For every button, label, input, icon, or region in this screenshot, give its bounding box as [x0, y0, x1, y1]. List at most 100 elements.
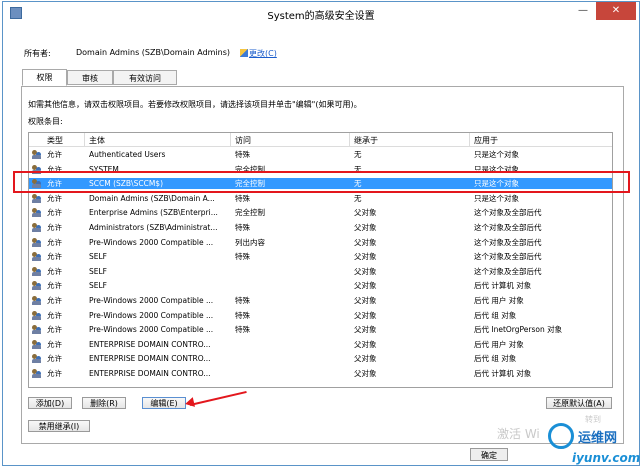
user-group-icon — [32, 310, 42, 320]
cell-applies-to: 后代 用户 对象 — [474, 339, 524, 349]
cell-type: 允许 — [47, 223, 62, 232]
table-row[interactable]: 允许 Enterprise Admins (SZB\Enterpri... 完全控制… — [29, 207, 612, 218]
highlight-annotation — [13, 171, 630, 193]
table-row[interactable]: 允许 Administrators (SZB\Administrat... 特殊 父对… — [29, 222, 612, 233]
user-group-icon — [32, 237, 42, 247]
cell-inherited-from: 父对象 — [354, 325, 377, 335]
user-group-icon — [32, 369, 42, 378]
cell-type: 允许 — [47, 237, 62, 247]
cell-applies-to: 后代 InetOrgPerson 对象 — [474, 325, 563, 335]
close-icon[interactable]: ✕ — [596, 2, 636, 20]
cell-principal: Pre-Windows 2000 Compatible ... — [89, 325, 214, 335]
column-header-inherited-from[interactable]: 继承于 — [354, 135, 378, 146]
cell-inherited-from: 父对象 — [354, 354, 377, 364]
table-row[interactable]: 允许 Pre-Windows 2000 Compatible ... 列出内容 父对象… — [29, 237, 612, 248]
cell-type: 允许 — [47, 354, 62, 364]
user-group-icon — [32, 208, 42, 218]
user-group-icon — [32, 325, 42, 335]
table-row[interactable]: 允许 Authenticated Users 特殊 无 只是这个对象 — [29, 149, 612, 160]
cell-type: 允许 — [47, 150, 62, 159]
table-row[interactable]: 允许 SELF 父对象 这个对象及全部后代 — [29, 266, 612, 277]
minimize-icon[interactable]: — — [573, 2, 593, 20]
user-group-icon — [32, 193, 42, 203]
activation-watermark: 激活 Wi — [497, 427, 540, 441]
table-row[interactable]: 允许 ENTERPRISE DOMAIN CONTRO... 父对象 后代 组 对象 — [29, 353, 612, 364]
column-header-access[interactable]: 访问 — [235, 135, 251, 146]
cell-principal: ENTERPRISE DOMAIN CONTRO... — [89, 339, 211, 349]
arrow-head-icon — [183, 397, 196, 409]
table-row[interactable]: 允许 Pre-Windows 2000 Compatible ... 特殊 父对象 后代… — [29, 310, 612, 321]
column-header-applies-to[interactable]: 应用于 — [474, 135, 498, 146]
cell-principal: Pre-Windows 2000 Compatible ... — [89, 296, 214, 305]
cell-inherited-from: 父对象 — [354, 223, 377, 232]
change-owner-label: 更改(C) — [249, 49, 277, 58]
logo-domain: iyunv.com — [572, 451, 641, 465]
user-group-icon — [32, 281, 42, 291]
cell-applies-to: 只是这个对象 — [474, 150, 519, 159]
shield-icon — [240, 49, 248, 57]
table-row[interactable]: 允许 Domain Admins (SZB\Domain A... 特殊 无 只是这个对… — [29, 193, 612, 204]
column-separator[interactable] — [230, 133, 231, 146]
column-header-principal[interactable]: 主体 — [89, 135, 105, 146]
tab-effective-access[interactable]: 有效访问 — [113, 70, 177, 85]
cell-inherited-from: 父对象 — [354, 252, 377, 262]
title-bar: System的高级安全设置 — ✕ — [3, 2, 639, 24]
change-owner-link[interactable]: 更改(C) — [240, 48, 277, 59]
cell-applies-to: 只是这个对象 — [474, 193, 519, 203]
cell-inherited-from: 父对象 — [354, 281, 377, 291]
table-row[interactable]: 允许 Pre-Windows 2000 Compatible ... 特殊 父对象 后代… — [29, 324, 612, 335]
column-separator[interactable] — [469, 133, 470, 146]
entries-label: 权限条目: — [28, 117, 63, 126]
column-separator[interactable] — [349, 133, 350, 146]
disable-inheritance-button[interactable]: 禁用继承(I) — [28, 420, 90, 432]
table-row[interactable]: 允许 ENTERPRISE DOMAIN CONTRO... 父对象 后代 用户 对象 — [29, 339, 612, 350]
cell-type: 允许 — [47, 252, 62, 262]
table-row[interactable]: 允许 SELF 父对象 后代 计算机 对象 — [29, 280, 612, 291]
column-header-type[interactable]: 类型 — [47, 135, 63, 146]
cell-inherited-from: 无 — [354, 193, 362, 203]
user-group-icon — [32, 150, 42, 159]
cell-type: 允许 — [47, 310, 62, 320]
user-group-icon — [32, 252, 42, 262]
permissions-pane: 如需其他信息，请双击权限项目。若要修改权限项目，请选择该项目并单击"编辑"(如果… — [21, 86, 624, 444]
table-row[interactable]: 允许 ENTERPRISE DOMAIN CONTRO... 父对象 后代 计算机 对… — [29, 368, 612, 379]
cell-applies-to: 后代 计算机 对象 — [474, 281, 532, 291]
table-row[interactable]: 允许 Pre-Windows 2000 Compatible ... 特殊 父对象 后代… — [29, 295, 612, 306]
cell-principal: Domain Admins (SZB\Domain A... — [89, 193, 215, 203]
cell-access: 列出内容 — [235, 237, 265, 247]
remove-button[interactable]: 删除(R) — [82, 397, 126, 409]
cell-principal: Pre-Windows 2000 Compatible ... — [89, 310, 214, 320]
cell-type: 允许 — [47, 193, 62, 203]
cell-type: 允许 — [47, 369, 62, 378]
cell-inherited-from: 父对象 — [354, 296, 377, 305]
cell-applies-to: 这个对象及全部后代 — [474, 208, 542, 218]
restore-defaults-button[interactable]: 还原默认值(A) — [546, 397, 612, 409]
cell-principal: SELF — [89, 281, 107, 291]
edit-button[interactable]: 编辑(E) — [142, 397, 186, 409]
cell-inherited-from: 父对象 — [354, 237, 377, 247]
cell-inherited-from: 父对象 — [354, 208, 377, 218]
cell-access: 特殊 — [235, 296, 250, 305]
cell-access: 特殊 — [235, 252, 250, 262]
cell-access: 特殊 — [235, 193, 250, 203]
cell-principal: Pre-Windows 2000 Compatible ... — [89, 237, 214, 247]
cell-type: 允许 — [47, 281, 62, 291]
owner-label: 所有者: — [24, 49, 51, 58]
cell-applies-to: 这个对象及全部后代 — [474, 252, 542, 262]
column-separator[interactable] — [84, 133, 85, 146]
tab-auditing[interactable]: 审核 — [67, 70, 113, 85]
user-group-icon — [32, 354, 42, 364]
cell-principal: ENTERPRISE DOMAIN CONTRO... — [89, 354, 211, 364]
ok-button[interactable]: 确定 — [470, 448, 508, 461]
logo-name: 运维网 — [578, 431, 618, 446]
cell-applies-to: 后代 组 对象 — [474, 354, 517, 364]
user-group-icon — [32, 339, 42, 349]
cell-type: 允许 — [47, 325, 62, 335]
cell-access: 特殊 — [235, 325, 250, 335]
hint-text: 如需其他信息，请双击权限项目。若要修改权限项目，请选择该项目并单击"编辑"(如果… — [28, 100, 362, 109]
cell-inherited-from: 父对象 — [354, 266, 377, 276]
table-row[interactable]: 允许 SELF 特殊 父对象 这个对象及全部后代 — [29, 251, 612, 262]
add-button[interactable]: 添加(D) — [28, 397, 72, 409]
tab-permissions[interactable]: 权限 — [22, 69, 67, 86]
user-group-icon — [32, 223, 42, 232]
